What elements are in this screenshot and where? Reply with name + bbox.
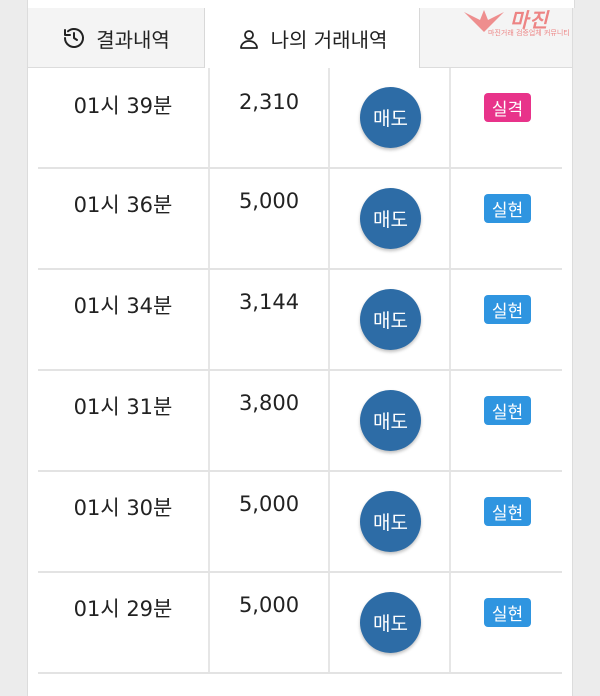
result-badge: 실현: [484, 497, 531, 526]
tab-results-label: 결과내역: [96, 27, 170, 52]
result-badge: 실현: [484, 598, 531, 627]
type-cell: 매도: [330, 270, 451, 369]
time-cell: 01시 31분: [38, 371, 210, 470]
user-icon: [237, 27, 261, 51]
trade-time: 01시 34분: [73, 294, 173, 318]
amount-cell: 3,144: [210, 270, 330, 369]
result-cell: 실현: [451, 270, 562, 369]
trade-table: 01시 39분 2,310 매도 실격 01시 36분 5,000 매도 실현 01시 34분 3…: [27, 68, 573, 696]
time-cell: 01시 39분: [38, 68, 210, 167]
time-cell: 01시 34분: [38, 270, 210, 369]
sell-button[interactable]: 매도: [360, 491, 421, 552]
result-badge: 실현: [484, 295, 531, 324]
table-row: 01시 39분 2,310 매도 실격: [38, 68, 562, 169]
table-row: 01시 34분 3,144 매도 실현: [38, 270, 562, 371]
trade-amount: 3,144: [238, 290, 300, 314]
type-cell: 매도: [330, 371, 451, 470]
type-cell: 매도: [330, 472, 451, 571]
result-badge: 실격: [484, 93, 531, 122]
sell-button[interactable]: 매도: [360, 390, 421, 451]
trade-time: 01시 31분: [73, 395, 173, 419]
trade-amount: 5,000: [238, 492, 300, 516]
trade-amount: 5,000: [238, 593, 300, 617]
watermark-subtitle: 마진거래 검증업체 커뮤니티: [488, 29, 570, 37]
trade-amount: 3,800: [238, 391, 300, 415]
watermark-logo: 마진 마진거래 검증업체 커뮤니티: [462, 4, 592, 42]
amount-cell: 5,000: [210, 169, 330, 268]
result-cell: 실현: [451, 573, 562, 672]
result-cell: 실현: [451, 472, 562, 571]
trade-rows: 01시 39분 2,310 매도 실격 01시 36분 5,000 매도 실현 01시 34분 3…: [38, 68, 562, 674]
result-badge: 실현: [484, 194, 531, 223]
table-row: 01시 36분 5,000 매도 실현: [38, 169, 562, 270]
time-cell: 01시 30분: [38, 472, 210, 571]
result-cell: 실현: [451, 169, 562, 268]
time-cell: 01시 36분: [38, 169, 210, 268]
sell-button[interactable]: 매도: [360, 87, 421, 148]
sell-button[interactable]: 매도: [360, 289, 421, 350]
sell-button[interactable]: 매도: [360, 592, 421, 653]
result-cell: 실격: [451, 68, 562, 167]
table-row: 01시 31분 3,800 매도 실현: [38, 371, 562, 472]
sell-button[interactable]: 매도: [360, 188, 421, 249]
table-row: 01시 30분 5,000 매도 실현: [38, 472, 562, 573]
amount-cell: 3,800: [210, 371, 330, 470]
result-badge: 실현: [484, 396, 531, 425]
amount-cell: 5,000: [210, 472, 330, 571]
history-icon: [62, 26, 86, 50]
amount-cell: 2,310: [210, 68, 330, 167]
time-cell: 01시 29분: [38, 573, 210, 672]
type-cell: 매도: [330, 573, 451, 672]
tab-results[interactable]: 결과내역: [28, 8, 204, 68]
trade-time: 01시 36분: [73, 193, 173, 217]
trade-time: 01시 39분: [73, 94, 173, 118]
type-cell: 매도: [330, 169, 451, 268]
type-cell: 매도: [330, 68, 451, 167]
trade-amount: 5,000: [238, 189, 300, 213]
amount-cell: 5,000: [210, 573, 330, 672]
tab-my-trades-label: 나의 거래내역: [270, 28, 388, 52]
result-cell: 실현: [451, 371, 562, 470]
page: 결과내역 나의 거래내역 마진 마진거래 검증업체 커뮤니티 01시 39분 2,…: [0, 0, 600, 696]
trade-time: 01시 30분: [73, 496, 173, 520]
table-row: 01시 29분 5,000 매도 실현: [38, 573, 562, 674]
tab-my-trades[interactable]: 나의 거래내역: [204, 8, 420, 69]
trade-time: 01시 29분: [73, 597, 173, 621]
trade-amount: 2,310: [238, 90, 300, 114]
